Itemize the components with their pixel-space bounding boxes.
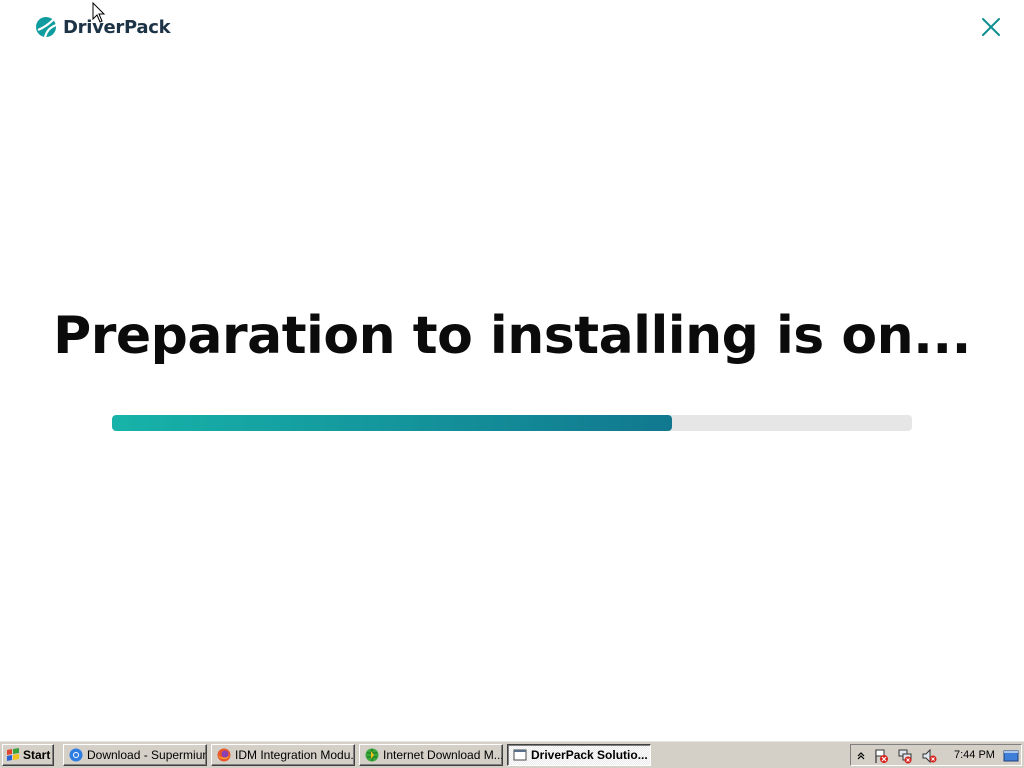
- task-button-supermium[interactable]: Download - Supermium: [63, 744, 207, 766]
- task-label: IDM Integration Modu...: [235, 748, 355, 762]
- taskbar: Start Download - Supermium IDM Integrati…: [0, 740, 1024, 768]
- driverpack-logo-icon: [36, 17, 57, 38]
- flag-alert-icon: [875, 749, 888, 763]
- firefox-icon: [217, 748, 231, 762]
- task-button-idm-integration[interactable]: IDM Integration Modu...: [211, 744, 355, 766]
- mouse-pointer-icon: [92, 2, 106, 23]
- task-label: DriverPack Solutio...: [531, 748, 648, 762]
- tray-flag-button[interactable]: [873, 748, 889, 764]
- tray-volume-button[interactable]: [921, 748, 937, 764]
- app-name: DriverPack: [63, 16, 171, 38]
- window-app-icon: [513, 749, 527, 761]
- task-label: Internet Download M...: [383, 748, 503, 762]
- system-tray: 7:44 PM: [850, 744, 1022, 766]
- close-icon: [982, 18, 1000, 36]
- task-label: Download - Supermium: [87, 748, 207, 762]
- system-clock[interactable]: 7:44 PM: [954, 749, 995, 761]
- driverpack-window: DriverPack Preparation to installing is …: [0, 0, 1024, 740]
- close-button[interactable]: [979, 15, 1003, 39]
- windows-flag-icon: [7, 748, 19, 761]
- progress-bar-fill: [112, 415, 672, 431]
- tray-network-button[interactable]: [897, 748, 913, 764]
- show-desktop-button[interactable]: [1003, 748, 1019, 764]
- task-button-driverpack[interactable]: DriverPack Solutio...: [507, 744, 651, 766]
- show-hidden-icons-button[interactable]: [853, 748, 869, 764]
- start-label: Start: [23, 748, 51, 762]
- status-headline: Preparation to installing is on...: [53, 306, 971, 366]
- show-desktop-icon: [1003, 750, 1019, 762]
- idm-globe-icon: [365, 748, 379, 762]
- chromium-browser-icon: [69, 748, 83, 762]
- start-button[interactable]: Start: [2, 744, 54, 766]
- progress-bar: [112, 415, 912, 431]
- task-button-internet-download-manager[interactable]: Internet Download M...: [359, 744, 503, 766]
- network-alert-icon: [898, 749, 912, 764]
- volume-muted-icon: [922, 748, 937, 764]
- show-hidden-icon: [857, 752, 865, 760]
